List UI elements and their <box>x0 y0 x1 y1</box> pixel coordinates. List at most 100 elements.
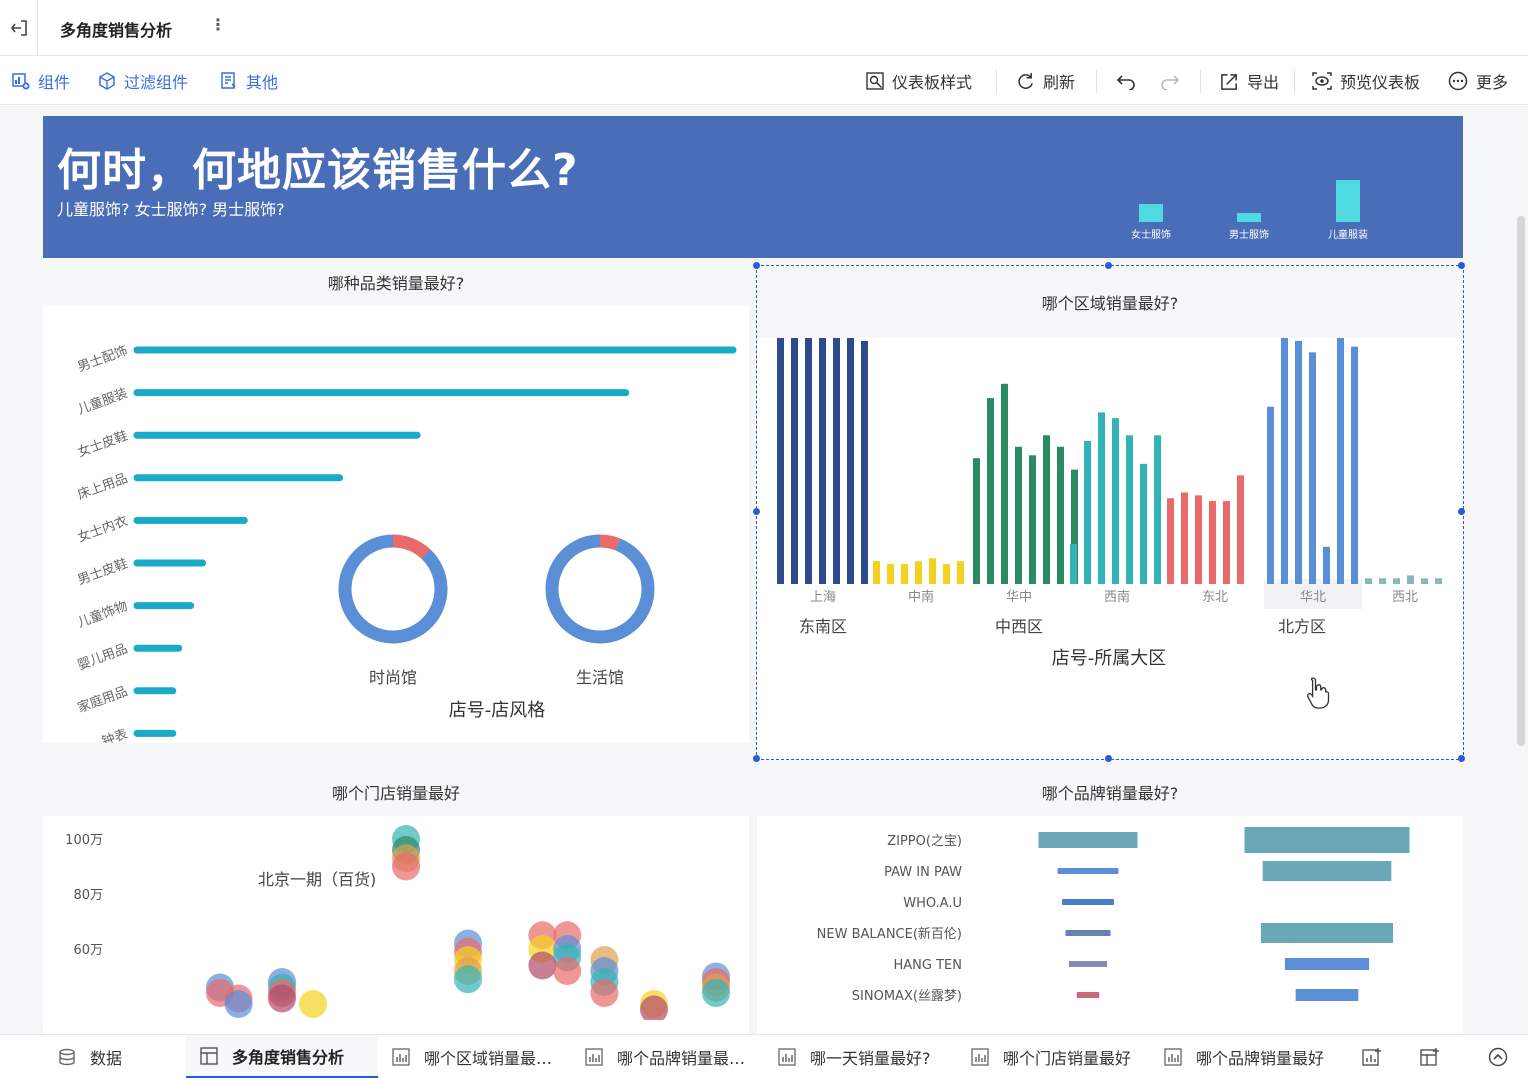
add-component-button[interactable]: 组件 <box>12 57 70 105</box>
tab-label: 数据 <box>90 1049 123 1068</box>
category-label: 女士皮鞋 <box>75 428 129 461</box>
style-icon <box>866 72 884 90</box>
category-panel[interactable]: 哪种品类销量最好? 男士配饰 儿童服装 女士皮鞋 床上用品 女士内衣 男士皮鞋 儿童饰物 婴儿… <box>43 258 749 743</box>
resize-handle[interactable] <box>753 755 760 762</box>
resize-handle[interactable] <box>1105 755 1112 762</box>
region-bar <box>861 340 868 584</box>
brand-bar <box>1261 923 1393 943</box>
export-label: 导出 <box>1247 73 1280 92</box>
refresh-icon <box>1016 72 1035 91</box>
store-panel[interactable]: 哪个门店销量最好 100万 80万 60万 北京一期（百货) <box>43 768 749 1034</box>
chart-icon <box>971 1048 989 1066</box>
chart-icon <box>778 1048 796 1066</box>
region-bar <box>1295 340 1302 584</box>
other-button[interactable]: 其他 <box>220 57 278 105</box>
more-label: 更多 <box>1476 73 1509 92</box>
region-bar <box>1195 495 1202 584</box>
resize-handle[interactable] <box>753 262 760 269</box>
collapse-button[interactable] <box>1488 1035 1508 1078</box>
mini-bar <box>1139 204 1163 222</box>
hand-cursor-icon <box>1307 677 1330 709</box>
tab-brand-sales[interactable]: 哪个品牌销量最… <box>585 1035 745 1078</box>
region-bar <box>1309 352 1316 584</box>
region-bar <box>777 338 784 584</box>
tab-label: 哪个门店销量最好 <box>1003 1049 1132 1068</box>
dashboard-style-button[interactable]: 仪表板样式 <box>866 57 972 105</box>
exit-button[interactable] <box>0 0 38 56</box>
category-bar-chart: 男士配饰儿童服装女士皮鞋床上用品女士内衣男士皮鞋儿童饰物婴儿用品家庭用品钟表 时尚… <box>75 343 737 743</box>
region-bar <box>1223 501 1230 584</box>
sheet-tab-bar: 数据 多角度销售分析 哪个区域销量最… 哪个品牌销量最… 哪一天销量最好? 哪个… <box>0 1034 1528 1078</box>
undo-icon <box>1116 75 1135 90</box>
chart-icon <box>1164 1048 1182 1066</box>
region-group-label: 北方区 <box>1278 617 1326 636</box>
brand-bar <box>1057 868 1119 874</box>
resize-handle[interactable] <box>753 508 760 515</box>
banner[interactable]: 何时，何地应该销售什么? 儿童服饰? 女士服饰? 男士服饰? 女士服饰 男士服饰 儿… <box>43 116 1463 258</box>
refresh-button[interactable]: 刷新 <box>1016 57 1075 105</box>
region-group-label: 东南区 <box>799 617 847 636</box>
mini-bar <box>1237 213 1261 222</box>
scatter-point <box>702 979 730 1007</box>
tab-multi-angle-analysis[interactable]: 多角度销售分析 <box>186 1035 378 1078</box>
add-dashboard-button[interactable] <box>1420 1035 1440 1078</box>
region-bar <box>1001 383 1008 584</box>
category-label: 儿童服装 <box>75 385 129 418</box>
export-button[interactable]: 导出 <box>1220 57 1279 105</box>
filter-component-label: 过滤组件 <box>124 73 189 92</box>
toolbar-divider <box>1096 69 1097 93</box>
tab-label: 哪个品牌销量最好 <box>1196 1049 1325 1068</box>
brand-label: SINOMAX(丝露梦) <box>852 989 962 1004</box>
brand-label: WHO.A.U <box>903 896 962 911</box>
add-chart-button[interactable] <box>1362 1035 1382 1078</box>
scatter-annotation: 北京一期（百货) <box>258 870 376 889</box>
exit-icon <box>10 20 27 36</box>
dashboard-canvas: 何时，何地应该销售什么? 儿童服饰? 女士服饰? 男士服饰? 女士服饰 男士服饰儿… <box>0 106 1528 1034</box>
tab-label: 多角度销售分析 <box>232 1047 345 1067</box>
add-component-icon <box>12 72 30 90</box>
tab-label: 哪个品牌销量最… <box>617 1049 746 1068</box>
resize-handle[interactable] <box>1105 262 1112 269</box>
tab-brand-sales-2[interactable]: 哪个品牌销量最好 <box>1164 1035 1324 1078</box>
region-bar <box>1209 501 1216 584</box>
region-bar <box>1112 418 1119 584</box>
tab-day-sales[interactable]: 哪一天销量最好? <box>778 1035 931 1078</box>
banner-title: 何时，何地应该销售什么? <box>57 145 579 196</box>
toolbar-divider <box>1294 69 1295 93</box>
undo-button[interactable] <box>1116 57 1136 105</box>
resize-handle[interactable] <box>1458 508 1465 515</box>
tab-store-sales[interactable]: 哪个门店销量最好 <box>971 1035 1131 1078</box>
toolbar: 组件 过滤组件 其他 仪表板样式 刷新 导出 预览仪表板 更多 <box>0 57 1528 105</box>
vertical-scrollbar[interactable] <box>1517 216 1525 746</box>
region-bar <box>1393 578 1400 584</box>
title-bar: 多角度销售分析 ⋮ <box>0 0 1528 56</box>
region-bar <box>805 338 812 584</box>
resize-handle[interactable] <box>1458 262 1465 269</box>
region-panel[interactable]: 哪个区域销量最好? 上海 中南 华中 西南 东北 华北 西北 东南区 中西区 北方区 店号-所属大区 <box>753 262 1465 762</box>
mini-bar <box>1336 180 1360 222</box>
brand-label: HANG TEN <box>894 958 962 973</box>
region-bar-chart: 上海 中南 华中 西南 东北 华北 西北东南区 中西区 北方区店号-所属大区 <box>777 338 1442 669</box>
category-label: 女士内衣 <box>75 513 129 546</box>
region-bar <box>1043 435 1050 584</box>
tab-label: 哪个区域销量最… <box>424 1049 553 1068</box>
region-bar <box>1057 446 1064 584</box>
resize-handle[interactable] <box>1458 755 1465 762</box>
filter-component-button[interactable]: 过滤组件 <box>98 57 188 105</box>
preview-dashboard-button[interactable]: 预览仪表板 <box>1312 57 1420 105</box>
brand-bar-chart: ZIPPO(之宝) PAW IN PAW WHO.A.U NEW BALANCE(新百… <box>817 827 1410 1004</box>
scatter-point <box>224 990 253 1018</box>
redo-button[interactable] <box>1160 57 1180 105</box>
title-more-button[interactable]: ⋮ <box>210 15 226 34</box>
tab-region-sales[interactable]: 哪个区域销量最… <box>392 1035 552 1078</box>
brand-panel[interactable]: 哪个品牌销量最好? ZIPPO(之宝) PAW IN PAW WHO.A.U NEW … <box>757 768 1463 1034</box>
region-bar <box>1435 578 1442 584</box>
region-panel-title: 哪个区域销量最好? <box>757 266 1463 338</box>
tab-data[interactable]: 数据 <box>58 1035 122 1078</box>
region-bar <box>873 561 880 584</box>
y-tick-label: 60万 <box>73 943 103 958</box>
region-axis-label: 店号-所属大区 <box>1052 648 1167 669</box>
more-button[interactable]: 更多 <box>1448 57 1508 105</box>
mini-bar-label: 男士服饰 <box>1229 228 1269 241</box>
dashboard-style-label: 仪表板样式 <box>892 73 973 92</box>
